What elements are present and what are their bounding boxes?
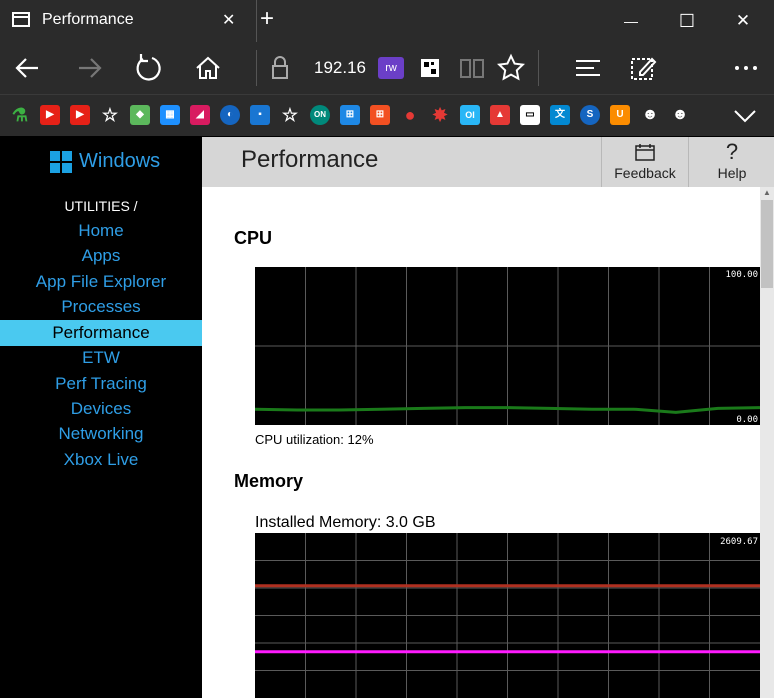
title-bar: Performance ✕ + — ☐ ✕ [0,0,774,42]
maximize-button[interactable]: ☐ [672,6,702,36]
white-bookmark-icon[interactable]: ▭ [520,105,540,125]
tab-page-icon [12,12,30,27]
oi-bookmark-icon[interactable]: OI [460,105,480,125]
green-bookmark-icon[interactable]: ◆ [130,105,150,125]
sidebar-item-app-file-explorer[interactable]: App File Explorer [0,269,202,295]
red-splash-icon[interactable]: ✸ [430,105,450,125]
triangle-bookmark-icon[interactable]: ▲ [490,105,510,125]
sidebar-item-home[interactable]: Home [0,218,202,244]
web-note-icon[interactable] [625,50,661,86]
address-bar[interactable]: 192.16 [314,58,366,78]
nav-divider [256,50,257,86]
sidebar-item-perf-tracing[interactable]: Perf Tracing [0,371,202,397]
help-button[interactable]: ? Help [688,137,774,187]
memory-chart: 2609.67 [255,533,760,698]
windows-logo-icon [50,151,72,173]
navigation-bar: rw [0,42,774,94]
tab-divider [256,0,257,42]
tab-close-icon[interactable]: ✕ [222,10,235,30]
refresh-icon[interactable] [131,50,167,86]
cpu-min-label: 0.00 [736,415,758,425]
star-icon-2[interactable]: ☆ [280,105,300,125]
scroll-up-icon[interactable]: ▲ [761,188,773,198]
memory-section-title: Memory [234,471,304,491]
installed-memory-label: Installed Memory: 3.0 GB [255,514,436,531]
cpu-chart: 100.00 0.00 [255,267,760,425]
lock-icon[interactable] [262,50,298,86]
reading-view-icon[interactable] [454,50,490,86]
sidebar-item-devices[interactable]: Devices [0,396,202,422]
cpu-max-label: 100.00 [725,270,758,280]
sidebar-item-xbox-live[interactable]: Xbox Live [0,447,202,473]
youtube-icon[interactable]: ▶ [40,105,60,125]
feedback-label: Feedback [614,165,676,181]
new-tab-button[interactable]: + [260,5,274,33]
chevron-down-icon[interactable] [730,101,760,131]
close-button[interactable]: ✕ [728,6,758,36]
calendar-icon [635,144,655,161]
sidebar-item-apps[interactable]: Apps [0,243,202,269]
sidebar-item-etw[interactable]: ETW [0,345,202,371]
star-icon[interactable]: ☆ [100,105,120,125]
page-title: Performance [241,146,379,173]
memory-max-label: 2609.67 [720,537,758,547]
sidebar-item-networking[interactable]: Networking [0,421,202,447]
s-bookmark-icon[interactable]: S [580,105,600,125]
cpu-section-title: CPU [234,228,273,248]
extension-puzzle-icon[interactable] [412,50,448,86]
help-label: Help [717,165,747,181]
minimize-button[interactable]: — [616,6,646,36]
reddit-icon[interactable]: ☻ [640,105,660,125]
hub-icon[interactable] [570,50,606,86]
home-icon[interactable] [190,50,226,86]
grid-bookmark-icon[interactable]: ▪ [250,105,270,125]
youtube-icon-2[interactable]: ▶ [70,105,90,125]
nav-divider-2 [538,50,539,86]
on-bookmark-icon[interactable]: ON [310,105,330,125]
favorites-bar: ⚗ ▶ ▶ ☆ ◆ ▦ ◢ ◐ ▪ ☆ ON ⊞ ⊞ ● ✸ OI ▲ ▭ 文 … [0,94,774,136]
help-icon: ? [725,139,739,164]
logo-text: Windows [79,150,161,172]
tab-title[interactable]: Performance [42,11,134,29]
translate-bookmark-icon[interactable]: 文 [550,105,570,125]
back-icon[interactable] [10,50,46,86]
blue-tiles-icon[interactable]: ▦ [160,105,180,125]
more-icon[interactable] [728,50,764,86]
rw-extension-icon[interactable]: rw [378,57,404,79]
favorite-star-icon[interactable] [493,50,529,86]
windows-bookmark-icon[interactable]: ⊞ [340,105,360,125]
pink-bookmark-icon[interactable]: ◢ [190,105,210,125]
microsoft-bookmark-icon[interactable]: ⊞ [370,105,390,125]
sidebar-item-performance[interactable]: Performance [0,320,202,346]
u-bookmark-icon[interactable]: U [610,105,630,125]
circle-bookmark-icon[interactable]: ◐ [220,105,240,125]
feedback-button[interactable]: Feedback [601,137,688,187]
forward-icon[interactable] [71,50,107,86]
tomato-icon[interactable]: ● [400,105,420,125]
scrollbar-thumb[interactable] [761,200,773,288]
cpu-utilization-caption: CPU utilization: 12% [255,432,374,447]
flask-icon[interactable]: ⚗ [10,105,30,125]
sidebar-item-processes[interactable]: Processes [0,294,202,320]
reddit-icon-2[interactable]: ☻ [670,105,690,125]
utilities-label: UTILITIES / [64,198,138,214]
